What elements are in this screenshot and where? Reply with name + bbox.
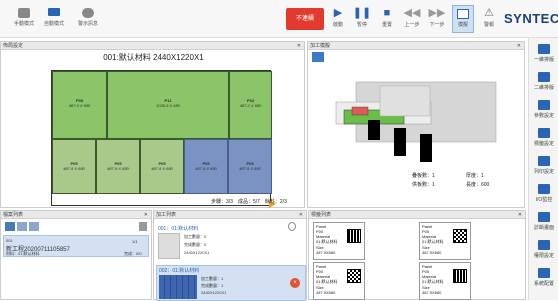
alarm-message-button[interactable]: 警示訊息 bbox=[74, 8, 102, 27]
warning-icon: ⚠ bbox=[484, 7, 494, 19]
tools-icon bbox=[538, 212, 550, 222]
part-p11[interactable]: P11 1036.9 X 680 bbox=[107, 71, 229, 139]
machine-3d-view bbox=[335, 81, 497, 162]
sidebar-item-label-settings[interactable]: 標籤設定 bbox=[529, 128, 558, 147]
syntec-logo: SYNTEC bbox=[504, 11, 558, 26]
process-panel-header: 加工模擬 ✕ bbox=[308, 42, 524, 50]
thumbnail bbox=[158, 233, 180, 259]
layout-panel-header: 佈局設定 ✕ bbox=[1, 42, 304, 50]
qr-code-icon bbox=[347, 269, 361, 283]
prev-step-button[interactable]: ◀◀ 上一步 bbox=[401, 7, 423, 29]
label-card[interactable]: Panel P05 Material 01:默认材料 Size 487.9X68… bbox=[419, 262, 471, 300]
pause-icon: ❚❚ bbox=[352, 7, 372, 19]
part-p05[interactable]: P05 487.9 X 680 bbox=[52, 71, 107, 139]
next-step-button[interactable]: ▶▶ 下一步 bbox=[426, 7, 448, 29]
view-grid-icon[interactable] bbox=[312, 52, 324, 62]
close-icon[interactable]: ✕ bbox=[518, 211, 522, 219]
close-icon[interactable]: ✕ bbox=[297, 42, 301, 50]
list-item[interactable]: 001 新工程20200711105857 材料：01:默认材料 1/1 完成：… bbox=[3, 235, 149, 257]
start-button[interactable]: ▶ 啟動 bbox=[328, 7, 348, 29]
stop-button[interactable]: 不連續 bbox=[286, 8, 324, 30]
label-list-panel: 標籤列表 ✕ Panel P05 Material 01:默认材料 Size 4… bbox=[308, 210, 526, 300]
sidebar-item-2d-nesting[interactable]: 二維排版 bbox=[529, 72, 558, 91]
file-list-panel: 檔案列表 ✕ 001 新工程20200711105857 材料：01:默认材料 … bbox=[0, 210, 152, 300]
thumbnail bbox=[159, 275, 197, 299]
remove-icon[interactable]: × bbox=[290, 278, 300, 288]
close-icon[interactable]: ✕ bbox=[517, 42, 521, 50]
sidebar-item-diagnostics[interactable]: 診斷畫面 bbox=[529, 212, 558, 231]
label-card[interactable]: Panel P05 Material 01:默认材料 Size 487.9X68… bbox=[313, 222, 365, 260]
barcode-icon bbox=[538, 128, 550, 138]
pause-button[interactable]: ❚❚ 暫停 bbox=[352, 7, 372, 29]
grid-icon bbox=[538, 44, 550, 54]
folder-icon[interactable] bbox=[17, 222, 27, 231]
layout-panel: 佈局設定 ✕ 001:默认材料 2440X1220X1 P05 487.9 X 6… bbox=[0, 41, 305, 208]
part-p05[interactable]: P05 487.9 X 680 bbox=[96, 139, 140, 194]
sidebar-item-parameters[interactable]: 參數設定 bbox=[529, 100, 558, 119]
sidebar-item-system-config[interactable]: 系統配置 bbox=[529, 268, 558, 287]
process-panel: 加工模擬 ✕ 疊板數：1 厚度：1 供板數：1 長度：600 bbox=[307, 41, 525, 208]
qr-code-icon bbox=[347, 229, 361, 243]
io-icon bbox=[538, 184, 550, 194]
monitor-icon bbox=[457, 9, 469, 19]
part-p03[interactable]: P03 487.2 X 680 bbox=[229, 71, 272, 139]
label-list-header: 標籤列表 ✕ bbox=[309, 211, 525, 219]
rewind-icon: ◀◀ bbox=[403, 7, 421, 19]
open-folder-icon[interactable] bbox=[29, 222, 39, 231]
layout-icon bbox=[538, 72, 550, 82]
task-list-header: 加工列表 ✕ bbox=[154, 211, 306, 219]
manual-mode-button[interactable]: 手動模式 bbox=[10, 8, 38, 27]
close-icon[interactable]: ✕ bbox=[299, 211, 303, 219]
hand-icon bbox=[18, 8, 30, 18]
gear-icon bbox=[538, 268, 550, 278]
sidebar-item-print-settings[interactable]: 列印設定 bbox=[529, 156, 558, 175]
simulate-button[interactable]: 模擬 bbox=[452, 5, 474, 33]
task-item[interactable]: 001：01:默认材料 加工數量：0 完成數量：0 2440X1220X1 bbox=[156, 225, 306, 263]
qr-code-icon bbox=[453, 269, 467, 283]
auto-mode-button[interactable]: 自動模式 bbox=[40, 8, 68, 27]
part-p05[interactable]: P05 487.9 X 680 bbox=[184, 139, 228, 194]
alarm-button[interactable]: ⚠ 警報 bbox=[478, 7, 500, 29]
qr-code-icon bbox=[453, 229, 467, 243]
message-icon bbox=[82, 8, 94, 18]
lock-icon bbox=[538, 240, 550, 250]
close-icon[interactable]: ✕ bbox=[144, 211, 148, 219]
right-sidebar: 一維排版 二維排版 參數設定 標籤設定 列印設定 I/O監控 診斷畫面 權限設定… bbox=[528, 38, 558, 300]
file-list-header: 檔案列表 ✕ bbox=[1, 211, 151, 219]
forward-icon: ▶▶ bbox=[428, 7, 446, 19]
printer-icon bbox=[538, 156, 550, 166]
label-card[interactable]: Panel P05 Material 01:默认材料 Size 487.9X68… bbox=[313, 262, 365, 300]
auto-icon bbox=[48, 8, 60, 16]
layout-status: 步驟：3/3 成品：5/7 餘料：2/3 bbox=[211, 199, 287, 205]
sidebar-item-permissions[interactable]: 權限設定 bbox=[529, 240, 558, 259]
document-icon bbox=[538, 100, 550, 110]
sidebar-item-1d-nesting[interactable]: 一維排版 bbox=[529, 44, 558, 63]
reset-button[interactable]: ■ 重置 bbox=[377, 7, 397, 29]
stop-square-icon: ■ bbox=[383, 7, 391, 19]
part-p05[interactable]: P05 487.9 X 680 bbox=[228, 139, 272, 194]
sidebar-item-io-monitor[interactable]: I/O監控 bbox=[529, 184, 558, 203]
part-p05[interactable]: P05 487.9 X 680 bbox=[140, 139, 184, 194]
sheet-canvas: P05 487.9 X 680 P11 1036.9 X 680 P03 487.2 … bbox=[51, 70, 272, 206]
sheet-title: 001:默认材料 2440X1220X1 bbox=[103, 53, 204, 62]
main-toolbar: 手動模式 自動模式 警示訊息 不連續 ▶ 啟動 ❚❚ 暫停 ■ 重置 ◀◀ 上一… bbox=[0, 0, 558, 38]
task-list-panel: 加工列表 ✕ 001：01:默认材料 加工數量：0 完成數量：0 2440X12… bbox=[153, 210, 307, 301]
label-card[interactable]: Panel P05 Material 01:默认材料 Size 487.9X68… bbox=[419, 222, 471, 260]
delete-icon[interactable] bbox=[139, 222, 147, 231]
part-p05[interactable]: P05 487.9 X 680 bbox=[52, 139, 96, 194]
new-file-icon[interactable] bbox=[5, 222, 15, 231]
play-icon: ▶ bbox=[333, 7, 343, 19]
task-item[interactable]: 002：01:默认材料 加工數量：1 完成數量：1 2440X1220X1 × bbox=[156, 265, 306, 301]
